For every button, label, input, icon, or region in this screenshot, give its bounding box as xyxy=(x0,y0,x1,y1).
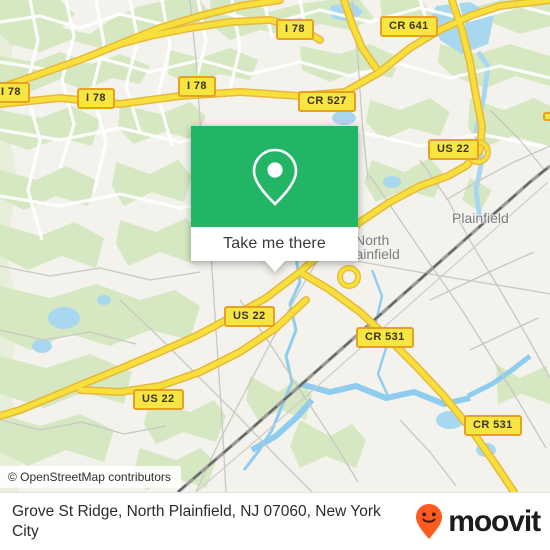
route-shield-cr531-right[interactable]: CR 531 xyxy=(464,415,522,436)
place-label-plainfield: Plainfield xyxy=(452,210,509,226)
location-title: Grove St Ridge, North Plainfield, NJ 070… xyxy=(12,502,381,540)
moovit-smiley-pin-icon xyxy=(416,503,443,539)
popup-action-bar[interactable]: Take me there xyxy=(191,227,358,272)
route-shield-i78-left[interactable]: I 78 xyxy=(0,82,30,103)
route-shield-edge-clipped[interactable] xyxy=(543,112,550,121)
footer-bar: Grove St Ridge, North Plainfield, NJ 070… xyxy=(0,492,550,550)
take-me-there-label: Take me there xyxy=(223,235,326,252)
route-shield-us22-left[interactable]: US 22 xyxy=(133,389,184,410)
route-shield-i78-west[interactable]: I 78 xyxy=(77,88,115,109)
route-shield-cr527[interactable]: CR 527 xyxy=(298,91,356,112)
moovit-wordmark: moovit xyxy=(448,504,541,538)
moovit-brand[interactable]: moovit xyxy=(414,503,550,541)
route-shield-i78-top[interactable]: I 78 xyxy=(276,19,314,40)
route-shield-us22-topright[interactable]: US 22 xyxy=(428,139,479,160)
route-shield-us22-center[interactable]: US 22 xyxy=(224,306,275,327)
popup-marker-area xyxy=(191,126,358,227)
map-canvas[interactable]: I 78 I 78 I 78 I 78 CR 641 CR 527 US 22 … xyxy=(0,0,550,492)
map-pin-icon xyxy=(252,148,297,206)
popup-tail xyxy=(264,261,285,272)
route-shield-cr531-center[interactable]: CR 531 xyxy=(356,327,414,348)
map-screen: I 78 I 78 I 78 I 78 CR 641 CR 527 US 22 … xyxy=(0,0,550,550)
route-shield-i78-center[interactable]: I 78 xyxy=(178,76,216,97)
osm-attribution[interactable]: © OpenStreetMap contributors xyxy=(0,466,181,488)
destination-popup[interactable]: Take me there xyxy=(191,126,358,272)
route-shield-cr641[interactable]: CR 641 xyxy=(380,16,438,37)
